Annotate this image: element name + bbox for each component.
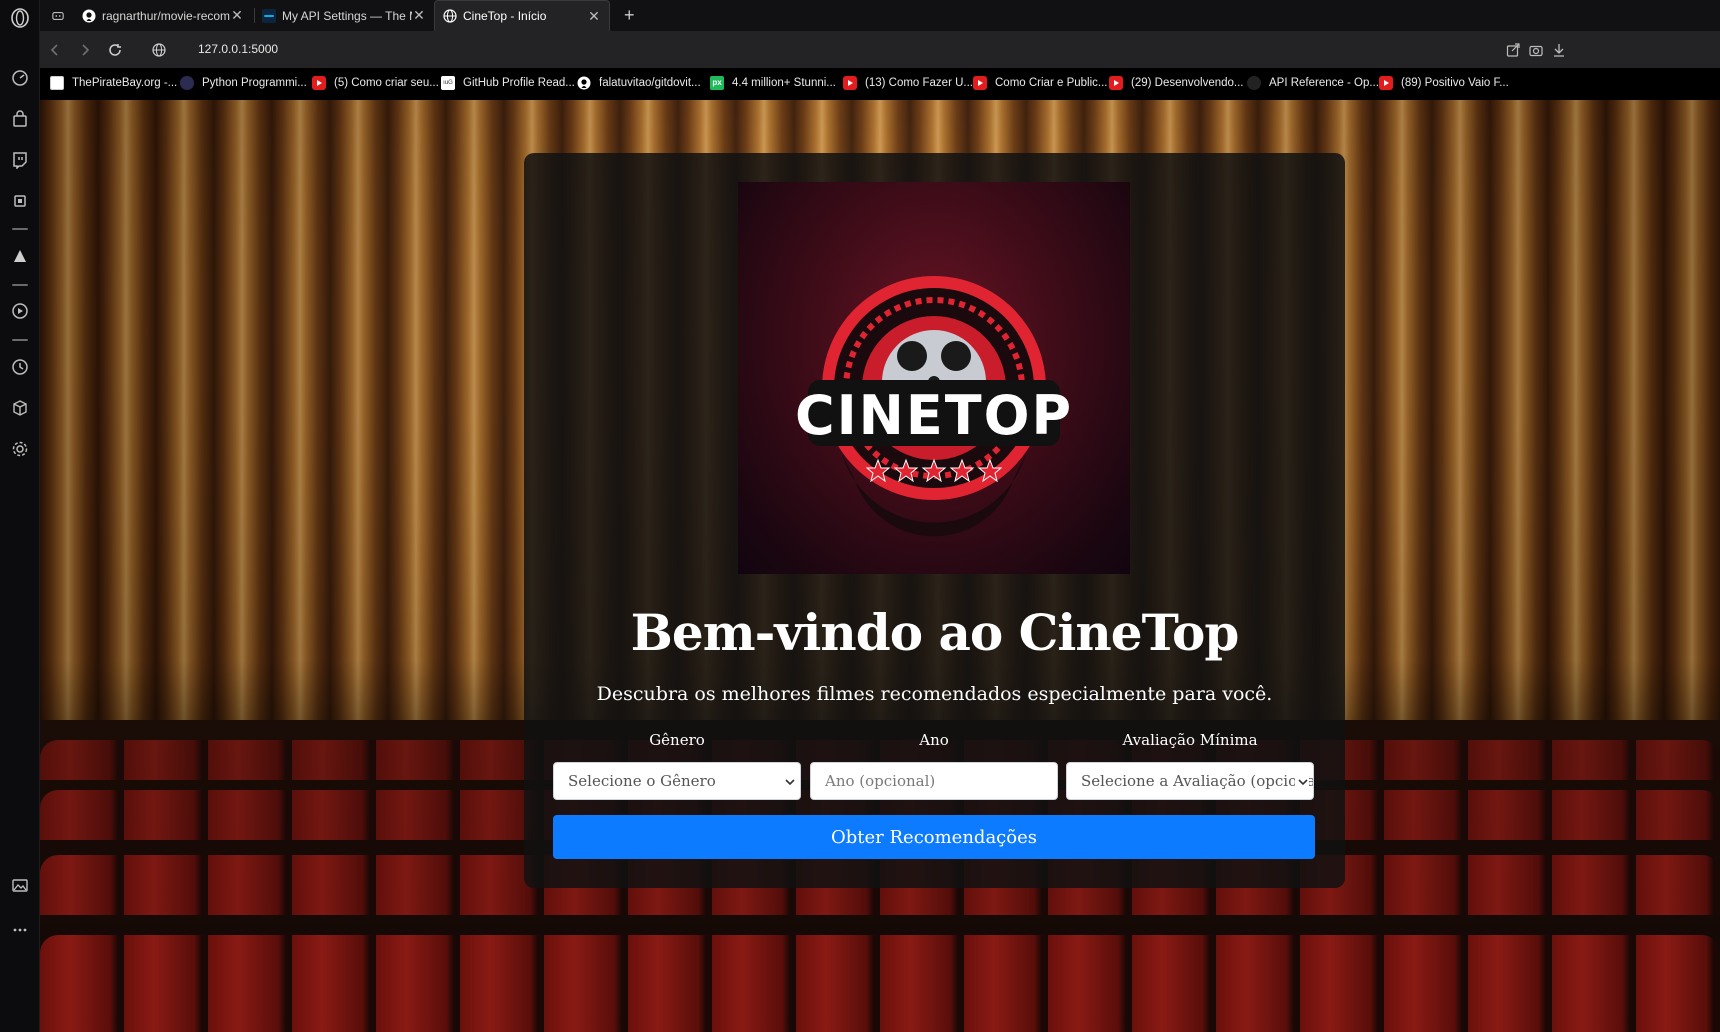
tab-strip: ragnarthur/movie-recomm ✕ My API Setting… [40, 0, 1720, 31]
more-options-icon[interactable] [8, 918, 32, 942]
bookmark-item[interactable]: (13) Como Fazer U... [843, 76, 973, 90]
year-label: Ano [919, 731, 949, 749]
opera-logo-icon[interactable] [8, 6, 32, 30]
bookmark-item[interactable]: Como Criar e Public... [973, 76, 1107, 90]
readme-icon: ıuG [441, 76, 455, 90]
tmdb-icon [262, 8, 276, 23]
site-info-icon[interactable] [148, 39, 170, 61]
genre-label: Gênero [649, 731, 705, 749]
bookmark-item[interactable]: API Reference - Op... [1247, 76, 1379, 90]
share-icon[interactable] [1502, 39, 1524, 61]
bookmark-item[interactable]: px 4.4 million+ Stunni... [710, 76, 836, 90]
year-input-field[interactable] [810, 762, 1058, 800]
bookmark-item[interactable]: (5) Como criar seu... [312, 76, 439, 90]
bookmark-item[interactable]: falatuvitao/gitdovit... [577, 76, 701, 90]
bookmark-label: (89) Positivo Vaio F... [1401, 77, 1509, 89]
settings-gear-icon[interactable] [8, 437, 32, 461]
back-icon[interactable] [44, 39, 66, 61]
bookmark-item[interactable]: (89) Positivo Vaio F... [1379, 76, 1509, 90]
youtube-icon [1109, 76, 1123, 90]
sidebar-separator [12, 284, 28, 286]
bookmarks-bar: ThePirateBay.org -... Python Programmi..… [40, 68, 1720, 100]
github-icon [577, 76, 591, 90]
gallery-icon[interactable] [8, 873, 32, 897]
film-reel-icon: CINETOP [795, 276, 1073, 537]
cinetop-logo: CINETOP [738, 182, 1130, 574]
openai-icon [1247, 76, 1261, 90]
genre-select[interactable]: Selecione o Gênero [553, 762, 801, 800]
twitch-icon[interactable] [8, 148, 32, 172]
youtube-icon [1379, 76, 1393, 90]
youtube-icon [973, 76, 987, 90]
get-recommendations-button[interactable]: Obter Recomendações [553, 815, 1315, 859]
bookmark-item[interactable]: ıuG GitHub Profile Read... [441, 76, 575, 90]
tab-cinetop[interactable]: CineTop - Início ✕ [434, 0, 610, 31]
speed-dial-icon[interactable] [8, 66, 32, 90]
globe-icon [443, 9, 457, 23]
bookmark-label: API Reference - Op... [1269, 77, 1379, 89]
tab-title: CineTop - Início [463, 9, 547, 23]
bookmark-label: ThePirateBay.org -... [72, 77, 178, 89]
pixabay-icon: px [710, 76, 724, 90]
new-tab-button[interactable]: + [616, 0, 640, 31]
genre-select-value: Selecione o Gênero [568, 772, 716, 790]
page-subtitle: Descubra os melhores filmes recomendados… [596, 683, 1273, 705]
player-icon[interactable] [8, 299, 32, 323]
history-icon[interactable] [8, 355, 32, 379]
recommendation-card: CINETOP Bem-vindo ao CineTop Descubra os… [524, 153, 1345, 888]
chip-icon[interactable] [8, 189, 32, 213]
year-input[interactable] [825, 772, 1057, 790]
close-tab-icon[interactable]: ✕ [230, 7, 244, 24]
youtube-icon [843, 76, 857, 90]
tab-title: My API Settings — The Mo [282, 8, 412, 23]
bookmark-label: (29) Desenvolvendo... [1131, 77, 1244, 89]
page-title: Bem-vindo ao CineTop [630, 603, 1240, 662]
rating-select[interactable]: Selecione a Avaliação (opcional) [1066, 762, 1314, 800]
close-tab-icon[interactable]: ✕ [587, 8, 601, 25]
reload-icon[interactable] [104, 39, 126, 61]
page-viewport: CINETOP Bem-vindo ao CineTop Descubra os… [40, 100, 1720, 1032]
chevron-down-icon [1295, 774, 1309, 792]
address-bar: 127.0.0.1:5000 [40, 31, 1720, 68]
piratebay-icon [50, 76, 64, 90]
sidebar-separator [12, 339, 28, 341]
aria-icon[interactable] [8, 244, 32, 268]
bookmark-label: (13) Como Fazer U... [865, 77, 973, 89]
extensions-cube-icon[interactable] [8, 396, 32, 420]
bookmark-label: Python Programmi... [202, 77, 307, 89]
bookmark-item[interactable]: ThePirateBay.org -... [50, 76, 177, 90]
github-icon [82, 9, 96, 23]
rating-select-value: Selecione a Avaliação (opcional) [1081, 772, 1314, 790]
bookmark-label: GitHub Profile Read... [463, 77, 575, 89]
bookmark-label: falatuvitao/gitdovit... [599, 77, 701, 89]
bookmark-item[interactable]: (29) Desenvolvendo... [1109, 76, 1244, 90]
tab-title: ragnarthur/movie-recomm [102, 8, 230, 23]
browser-sidebar [0, 0, 40, 1032]
close-tab-icon[interactable]: ✕ [412, 7, 426, 24]
sidebar-separator [12, 228, 28, 230]
url-field[interactable]: 127.0.0.1:5000 [198, 42, 278, 56]
tab-github[interactable]: ragnarthur/movie-recomm ✕ [74, 0, 252, 31]
forward-icon[interactable] [74, 39, 96, 61]
tab-tmdb[interactable]: My API Settings — The Mo ✕ [254, 0, 434, 31]
bookmark-item[interactable]: Python Programmi... [180, 76, 307, 90]
youtube-icon [312, 76, 326, 90]
bookmark-label: 4.4 million+ Stunni... [732, 77, 836, 89]
downloads-icon[interactable] [1548, 39, 1570, 61]
shopping-bag-icon[interactable] [8, 107, 32, 131]
workspaces-icon[interactable] [44, 0, 72, 31]
rating-label: Avaliação Mínima [1122, 731, 1258, 749]
seat-row [40, 935, 1720, 1032]
bookmark-label: (5) Como criar seu... [334, 77, 439, 89]
logo-text: CINETOP [795, 384, 1073, 447]
chevron-down-icon [784, 774, 796, 792]
snapshot-camera-icon[interactable] [1525, 39, 1547, 61]
bookmark-label: Como Criar e Public... [995, 77, 1108, 89]
python-icon [180, 76, 194, 90]
